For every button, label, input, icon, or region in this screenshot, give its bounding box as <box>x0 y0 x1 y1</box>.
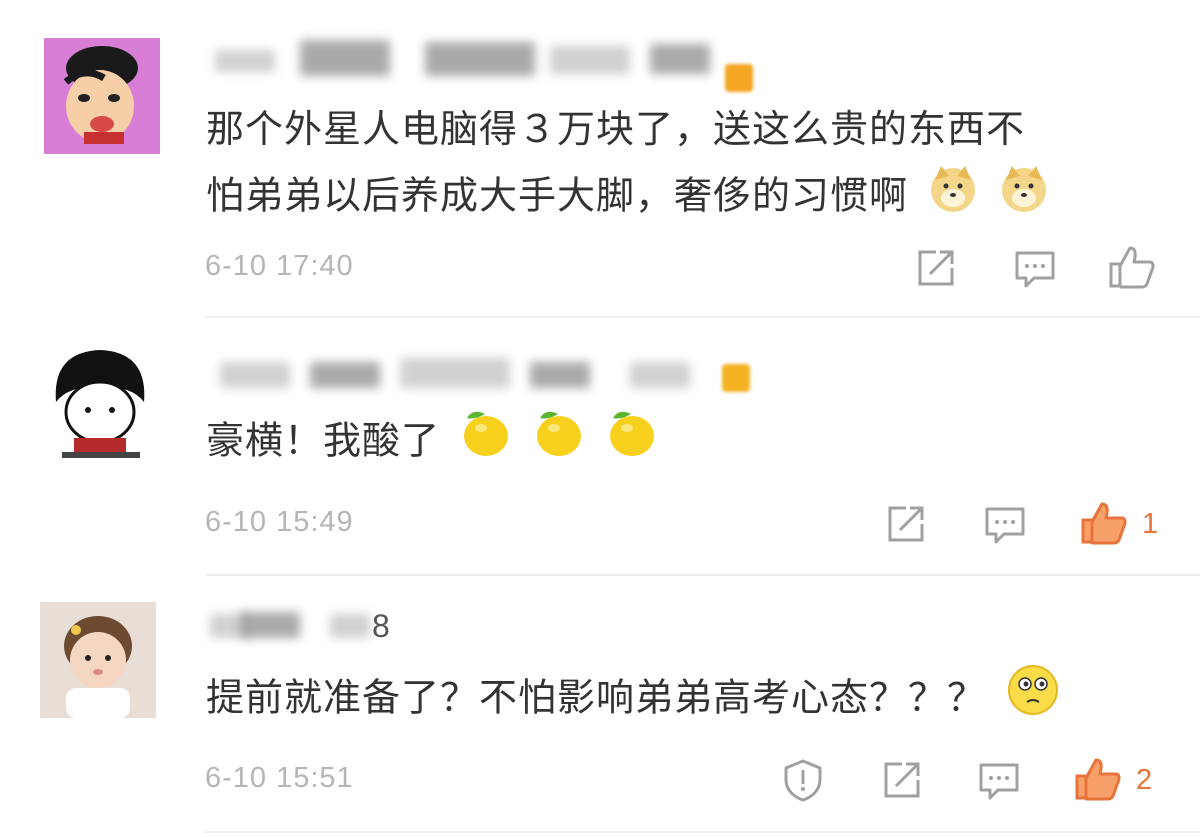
warning-shield-icon <box>784 759 822 802</box>
comment-item: 那个外星人电脑得３万块了，送这么贵的东西不 怕弟弟以后养成大手大脚，奢侈的习惯啊… <box>0 0 1200 318</box>
thinking-face-emoji <box>1005 662 1061 738</box>
comment-text: 那个外星人电脑得３万块了，送这么贵的东西不 <box>206 96 1025 162</box>
thumbs-up-icon <box>1075 758 1121 801</box>
share-button[interactable] <box>916 248 958 288</box>
reply-button[interactable] <box>1014 250 1056 290</box>
share-button[interactable] <box>882 760 924 800</box>
comment-item: 豪横！我酸了 6-10 15:49 1 <box>0 318 1200 576</box>
divider <box>205 831 1200 833</box>
username-tail[interactable]: 8 <box>372 608 390 645</box>
reply-button[interactable] <box>984 506 1026 546</box>
doge-emoji <box>927 162 979 234</box>
comment-text-line: 那个外星人电脑得３万块了，送这么贵的东西不 <box>206 107 1026 151</box>
share-icon <box>918 250 954 286</box>
comment-icon <box>1015 251 1055 288</box>
reply-button[interactable] <box>978 762 1020 802</box>
like-button[interactable] <box>1080 500 1128 546</box>
comment-icon <box>979 763 1019 800</box>
username-blurred[interactable] <box>210 604 430 654</box>
comment-timestamp: 6-10 15:51 <box>205 762 354 794</box>
share-button[interactable] <box>886 504 928 544</box>
vip-badge-icon <box>725 64 753 92</box>
comment-text: 怕弟弟以后养成大手大脚，奢侈的习惯啊 <box>206 162 1050 234</box>
avatar[interactable] <box>44 38 160 154</box>
lemon-emoji <box>605 406 659 480</box>
comment-text: 提前就准备了？不怕影响弟弟高考心态？？？ <box>206 662 1061 738</box>
like-count: 2 <box>1136 764 1153 796</box>
comment-text-line: 提前就准备了？不怕影响弟弟高考心态？？？ <box>206 675 987 720</box>
like-button[interactable] <box>1074 756 1122 802</box>
comment-item: 8 提前就准备了？不怕影响弟弟高考心态？？？ 6-10 15:51 2 <box>0 576 1200 837</box>
comment-icon <box>985 507 1025 544</box>
report-button[interactable] <box>782 758 824 802</box>
username-blurred[interactable] <box>210 348 770 398</box>
avatar[interactable] <box>40 602 156 718</box>
share-icon <box>884 762 920 798</box>
username-blurred[interactable] <box>210 38 770 92</box>
comment-text-line: 豪横！我酸了 <box>206 418 441 463</box>
like-count: 1 <box>1142 508 1159 540</box>
comment-timestamp: 6-10 15:49 <box>205 506 354 538</box>
like-button[interactable] <box>1108 244 1156 290</box>
comment-text: 豪横！我酸了 <box>206 406 659 480</box>
thumbs-up-icon <box>1109 246 1155 289</box>
lemon-emoji <box>532 406 586 480</box>
doge-emoji <box>998 162 1050 234</box>
comment-text-line: 怕弟弟以后养成大手大脚，奢侈的习惯啊 <box>206 173 909 218</box>
vip-badge-icon <box>722 364 750 392</box>
comment-timestamp: 6-10 17:40 <box>205 250 354 282</box>
thumbs-up-icon <box>1081 502 1127 545</box>
lemon-emoji <box>459 406 513 480</box>
avatar[interactable] <box>42 346 158 462</box>
share-icon <box>888 506 924 542</box>
